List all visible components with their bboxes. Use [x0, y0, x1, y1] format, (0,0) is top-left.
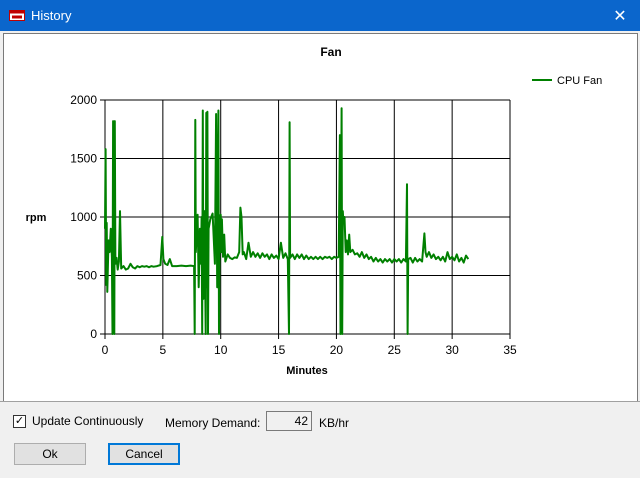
memory-demand-label: Memory Demand: — [165, 416, 261, 430]
y-tick-label: 1000 — [70, 210, 97, 224]
fan-chart: Fan rpm Minutes 0 5 10 15 20 25 30 35 0 500 1000 15… — [26, 45, 603, 377]
y-axis-label: rpm — [26, 212, 47, 224]
legend: CPU Fan — [532, 75, 602, 87]
y-tick-label: 2000 — [70, 93, 97, 107]
update-continuously-checkbox[interactable]: ✓ Update Continuously — [13, 414, 143, 428]
x-tick-label: 30 — [445, 343, 459, 357]
window-title: History — [31, 8, 72, 23]
x-tick-label: 35 — [503, 343, 517, 357]
cancel-button[interactable]: Cancel — [108, 443, 180, 465]
close-button[interactable]: ✕ — [600, 0, 640, 31]
grid — [100, 99, 511, 339]
series-line-cpu-fan — [104, 107, 470, 335]
update-continuously-label: Update Continuously — [32, 414, 144, 428]
x-tick-label: 0 — [102, 343, 109, 357]
checkbox-box[interactable]: ✓ — [13, 414, 26, 428]
x-tick-label: 25 — [388, 343, 402, 357]
x-axis-label: Minutes — [286, 365, 328, 377]
y-tick-label: 500 — [77, 269, 97, 283]
memory-unit-label: KB/hr — [319, 416, 350, 430]
chart-title: Fan — [320, 45, 341, 59]
x-tick-label: 15 — [272, 343, 286, 357]
chart-panel: Fan rpm Minutes 0 5 10 15 20 25 30 35 0 500 1000 15… — [3, 33, 638, 401]
checkmark-icon: ✓ — [14, 414, 25, 427]
title-bar: History ✕ — [0, 0, 640, 31]
memory-demand-field[interactable]: 42 — [266, 411, 312, 431]
app-icon — [9, 10, 25, 21]
x-tick-label: 20 — [330, 343, 344, 357]
tick-labels: 0 5 10 15 20 25 30 35 0 500 1000 1500 2000 — [70, 93, 517, 357]
series-layer — [104, 107, 470, 335]
legend-label: CPU Fan — [557, 75, 602, 87]
y-tick-label: 1500 — [70, 152, 97, 166]
x-tick-label: 10 — [214, 343, 228, 357]
close-icon: ✕ — [613, 7, 627, 25]
y-tick-label: 0 — [90, 327, 97, 341]
x-tick-label: 5 — [160, 343, 167, 357]
controls-panel: ✓ Update Continuously Memory Demand: 42 … — [0, 401, 640, 478]
ok-button[interactable]: Ok — [14, 443, 86, 465]
